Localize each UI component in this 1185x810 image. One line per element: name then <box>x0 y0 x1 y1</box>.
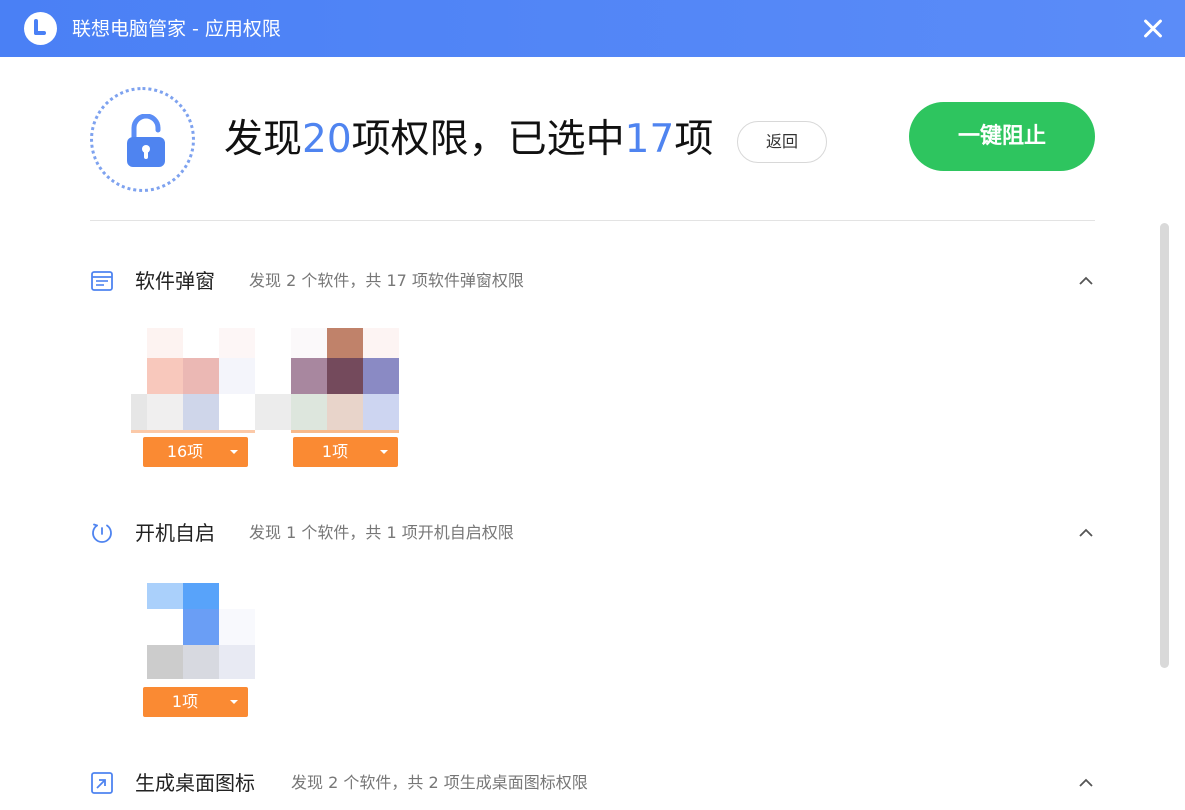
caret-down-icon <box>380 450 388 454</box>
permission-count-dropdown[interactable]: 16项 <box>143 437 248 467</box>
chevron-up-icon[interactable] <box>1078 525 1094 541</box>
scrollbar-thumb[interactable] <box>1160 223 1169 668</box>
summary-prefix: 发现 <box>224 117 303 162</box>
chevron-up-icon[interactable] <box>1078 273 1094 289</box>
permission-summary: 发现20项权限，已选中17项 <box>224 112 713 168</box>
unlocked-padlock-icon <box>127 114 165 167</box>
caret-down-icon <box>230 450 238 454</box>
section-title: 开机自启 <box>135 521 215 545</box>
header-divider <box>90 220 1095 221</box>
desktop-shortcut-icon <box>91 772 113 794</box>
count-label: 1项 <box>321 442 349 461</box>
section-startup-header[interactable]: 开机自启 发现 1 个软件，共 1 项开机自启权限 <box>90 519 1095 547</box>
app-tile[interactable] <box>131 583 255 688</box>
selected-count: 17 <box>624 117 675 162</box>
summary-mid: 项权限，已选中 <box>351 117 625 162</box>
power-startup-icon <box>92 523 112 543</box>
lock-badge <box>90 87 195 192</box>
section-description: 发现 2 个软件，共 2 项生成桌面图标权限 <box>291 773 588 792</box>
section-desktop-icon-header[interactable]: 生成桌面图标 发现 2 个软件，共 2 项生成桌面图标权限 <box>90 769 1095 797</box>
chevron-up-icon[interactable] <box>1078 775 1094 791</box>
found-count: 20 <box>302 117 352 162</box>
close-button[interactable] <box>1137 12 1169 44</box>
permission-count-dropdown[interactable]: 1项 <box>143 687 248 717</box>
section-title: 软件弹窗 <box>135 269 215 293</box>
app-icon-blurred <box>131 583 255 688</box>
title-bar: 联想电脑管家 - 应用权限 <box>0 0 1185 57</box>
window-title: 联想电脑管家 - 应用权限 <box>72 18 281 40</box>
app-tile[interactable] <box>255 328 399 433</box>
count-label: 16项 <box>166 442 204 461</box>
count-label: 1项 <box>171 692 199 711</box>
block-all-button[interactable]: 一键阻止 <box>909 102 1095 171</box>
permission-count-dropdown[interactable]: 1项 <box>293 437 398 467</box>
app-icon-blurred <box>131 328 255 433</box>
app-tile[interactable] <box>131 328 255 433</box>
section-description: 发现 2 个软件，共 17 项软件弹窗权限 <box>249 271 524 290</box>
app-icon-blurred <box>255 328 399 433</box>
caret-down-icon <box>230 700 238 704</box>
back-button[interactable]: 返回 <box>737 121 827 163</box>
summary-suffix: 项 <box>674 117 714 162</box>
section-popup-header[interactable]: 软件弹窗 发现 2 个软件，共 17 项软件弹窗权限 <box>90 267 1095 295</box>
popup-window-icon <box>91 271 113 291</box>
app-logo-icon <box>24 12 57 45</box>
section-description: 发现 1 个软件，共 1 项开机自启权限 <box>249 523 514 542</box>
section-title: 生成桌面图标 <box>135 771 255 795</box>
